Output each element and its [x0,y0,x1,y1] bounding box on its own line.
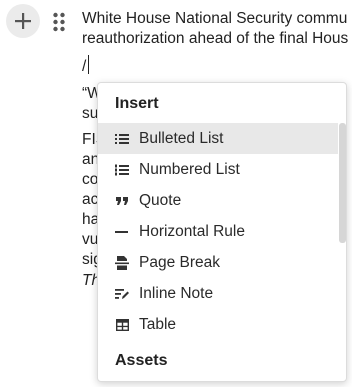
slash-command-menu: Insert Bulleted List Numbered List Quote… [97,82,347,382]
assets-heading: Assets [115,352,168,369]
menu-item-horizontal-rule[interactable]: Horizontal Rule [98,216,338,247]
editor: White House National Security commu reau… [0,0,352,387]
add-block-button[interactable] [6,4,40,38]
menu-item-label: Table [139,315,177,333]
inline-note-icon [115,287,129,301]
menu-item-label: Bulleted List [139,129,224,147]
menu-item-bulleted-list[interactable]: Bulleted List [98,123,338,154]
insert-heading: Insert [115,95,159,112]
menu-item-label: Quote [139,191,182,209]
quote-icon [115,194,129,208]
horizontal-rule-icon [115,225,129,239]
menu-item-numbered-list[interactable]: Numbered List [98,154,338,185]
page-break-icon [115,255,129,270]
menu-item-label: Page Break [139,253,220,271]
plus-icon [15,13,31,29]
text-line: reauthorization ahead of the final Hous [82,30,349,47]
text-caret [88,55,90,74]
menu-item-page-break[interactable]: Page Break [98,247,338,278]
menu-item-label: Inline Note [139,284,214,302]
menu-item-label: Numbered List [139,160,240,178]
menu-item-label: Horizontal Rule [139,222,245,240]
numbered-list-icon [115,163,129,177]
menu-item-table[interactable]: Table [98,309,338,340]
paragraph-1[interactable]: White House National Security commu reau… [82,9,348,49]
menu-scrollbar[interactable] [339,123,346,243]
drag-handle-icon[interactable] [52,11,66,33]
menu-item-inline-note[interactable]: Inline Note [98,278,338,309]
menu-item-quote[interactable]: Quote [98,185,338,216]
bulleted-list-icon [115,132,129,146]
slash-text: / [82,58,87,75]
slash-command-line[interactable]: / [82,55,90,77]
text-line: White House National Security commu [82,10,348,27]
table-icon [115,318,129,332]
